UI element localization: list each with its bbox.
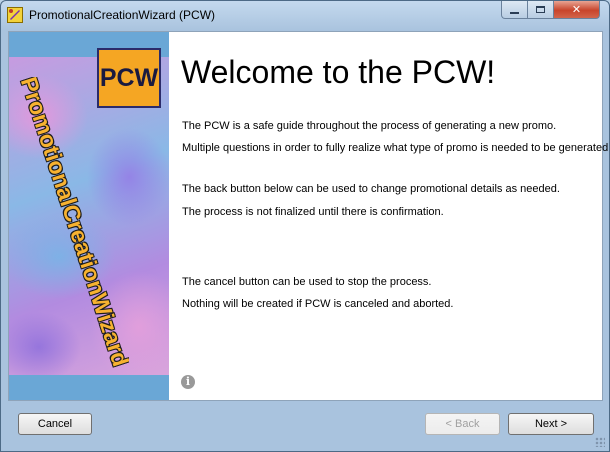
resize-grip-icon[interactable] (595, 437, 605, 447)
minimize-icon (510, 11, 519, 14)
app-icon[interactable] (7, 7, 23, 23)
cancel-button[interactable]: Cancel (18, 413, 92, 435)
maximize-icon (536, 6, 545, 13)
paragraph-questions: Multiple questions in order to fully rea… (182, 142, 610, 154)
paragraph-back-button: The back button below can be used to cha… (182, 183, 560, 195)
title-bar[interactable]: PromotionalCreationWizard (PCW) ✕ (1, 1, 609, 31)
banner-vertical-title: PromotionalCreationWizard (19, 77, 129, 370)
wizard-banner: PromotionalCreationWizard PCW (9, 32, 169, 400)
pcw-logo: PCW (97, 48, 161, 108)
minimize-button[interactable] (501, 1, 528, 19)
close-button[interactable]: ✕ (554, 1, 600, 19)
info-icon[interactable]: i (181, 375, 195, 389)
maximize-button[interactable] (528, 1, 554, 19)
next-button[interactable]: Next > (508, 413, 594, 435)
back-button[interactable]: < Back (425, 413, 500, 435)
wizard-client-area: PromotionalCreationWizard PCW Welcome to… (8, 31, 609, 401)
paragraph-cancel-button: The cancel button can be used to stop th… (182, 276, 432, 288)
wizard-content: Welcome to the PCW! The PCW is a safe gu… (169, 32, 609, 400)
paragraph-intro: The PCW is a safe guide throughout the p… (182, 120, 557, 132)
paragraph-confirmation: The process is not finalized until there… (182, 206, 444, 218)
window-title: PromotionalCreationWizard (PCW) (29, 8, 216, 22)
paragraph-nothing-created: Nothing will be created if PCW is cancel… (182, 298, 454, 310)
pcw-logo-text: PCW (99, 63, 159, 92)
page-title: Welcome to the PCW! (181, 54, 496, 90)
wizard-window: PromotionalCreationWizard (PCW) ✕ Promot… (0, 0, 610, 452)
close-icon: ✕ (571, 3, 582, 16)
